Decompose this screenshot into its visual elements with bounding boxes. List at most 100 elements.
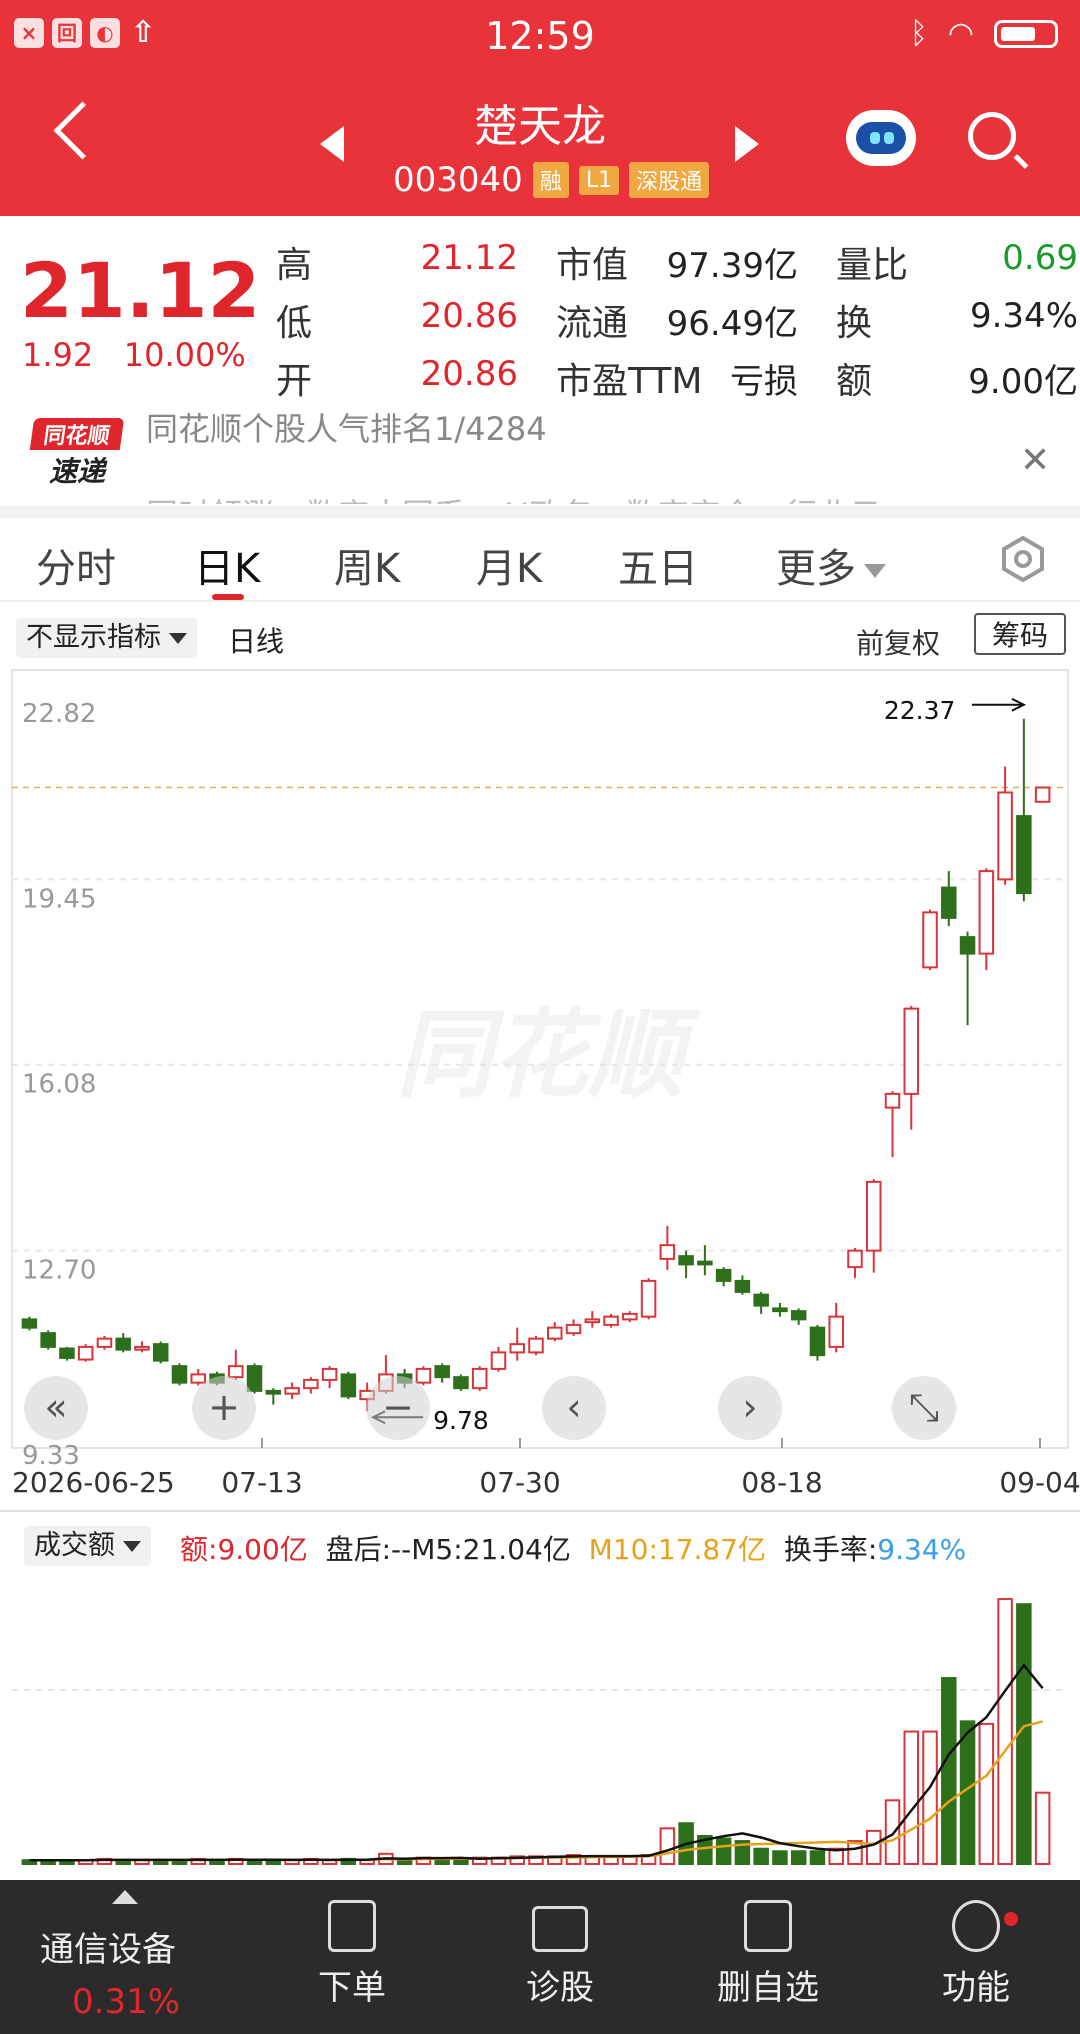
candle-body [77, 1345, 94, 1361]
candle [1016, 718, 1032, 902]
candle-body [228, 1365, 244, 1379]
tab-label: 五日 [618, 546, 698, 592]
candle [40, 1330, 56, 1350]
candle-body [547, 1326, 563, 1340]
order-button[interactable]: 下单 [282, 1900, 422, 2009]
function-button[interactable]: 功能 [906, 1900, 1046, 2009]
tab-4[interactable]: 五日 [618, 536, 698, 594]
volume-indicator-selector[interactable]: 成交额 [24, 1526, 151, 1566]
tab-label: 更多 [776, 546, 856, 592]
candle [21, 1316, 38, 1331]
quote-label: 市盈TTM [556, 361, 703, 402]
candle-body [21, 1318, 38, 1329]
remove-watchlist-button[interactable]: 删自选 [698, 1900, 838, 2009]
candle [453, 1374, 469, 1391]
candle-body [152, 1343, 169, 1362]
candle-body [265, 1389, 282, 1395]
candle [978, 868, 995, 971]
stock-name: 楚天龙 [474, 101, 606, 152]
candle [809, 1324, 826, 1361]
svg-text:‹: ‹ [566, 1385, 581, 1429]
search-icon[interactable] [968, 112, 1016, 160]
quote-label: 量比 [836, 245, 909, 286]
diagnose-label: 诊股 [526, 1968, 594, 2008]
candle-body [303, 1378, 319, 1390]
news-ticker[interactable]: 同花顺个股人气排名1/4284 [146, 404, 547, 450]
next-stock-icon[interactable] [735, 126, 759, 162]
volume-bar [659, 1827, 676, 1866]
candle [847, 1247, 863, 1279]
candle-body [790, 1310, 807, 1321]
amount-label: 额: [180, 1533, 218, 1566]
rewind-icon[interactable]: « [24, 1376, 88, 1440]
quote-label: 开 [276, 361, 313, 402]
zoom-in-icon[interactable]: + [192, 1376, 256, 1440]
quote-value: 亏损 [730, 362, 798, 402]
news-ticker-next[interactable]: 同时领涨：数字中国系、AI政务、数字安全、行业云 [146, 490, 881, 504]
candle [565, 1319, 582, 1336]
expand-icon[interactable] [112, 1890, 138, 1904]
prev-icon[interactable]: ‹ [542, 1376, 606, 1440]
candle [77, 1344, 94, 1362]
dropdown-icon [123, 1541, 141, 1552]
zoom-out-icon[interactable]: − [366, 1376, 430, 1440]
stock-code-row: 003040 融 L1 深股通 [393, 160, 710, 200]
volume-bar [772, 1850, 788, 1866]
candle-body [40, 1332, 56, 1348]
tab-3[interactable]: 月K [476, 536, 542, 594]
candle-body [640, 1279, 657, 1318]
order-label: 下单 [318, 1968, 386, 2008]
candle-body [903, 1007, 920, 1095]
candle [828, 1302, 844, 1353]
sector-name[interactable]: 通信设备 [40, 1922, 176, 1971]
candle [922, 909, 938, 971]
ma10: M10:17.87亿 [588, 1533, 767, 1566]
volume-bar [1034, 1791, 1051, 1865]
candle [190, 1368, 207, 1386]
candle-body [340, 1373, 357, 1398]
candle [303, 1377, 319, 1394]
period-label: 日线 [228, 625, 285, 658]
candle [415, 1366, 432, 1386]
quote-label: 高 [276, 245, 313, 286]
candle-body [490, 1351, 507, 1370]
quote-value: 9.00亿 [968, 362, 1078, 402]
tab-1[interactable]: 日K [194, 536, 260, 594]
dropdown-icon [864, 564, 886, 578]
separator [0, 506, 1080, 518]
volume-chart[interactable] [0, 1570, 1080, 1870]
close-icon[interactable]: ✕ [1020, 440, 1050, 481]
quote-value: 9.34% [969, 296, 1078, 336]
minus-box-icon [744, 1900, 792, 1952]
price-change: 1.92 10.00% [22, 336, 246, 374]
adjust-mode[interactable]: 前复权 [856, 622, 940, 662]
diagnose-button[interactable]: 诊股 [490, 1900, 630, 2009]
volume-bar [809, 1850, 826, 1866]
candle-body [415, 1367, 432, 1384]
candle-body [997, 791, 1013, 881]
candle [584, 1311, 601, 1328]
tab-2[interactable]: 周K [334, 536, 400, 594]
turnover-label: 换手率: [783, 1533, 878, 1566]
wifi-icon: ◠ [947, 16, 974, 51]
volume-bar [884, 1799, 901, 1865]
settings-icon[interactable] [1000, 536, 1046, 582]
tab-0[interactable]: 分时 [36, 536, 116, 594]
candle [622, 1311, 638, 1323]
y-tick-label: 16.08 [22, 1070, 96, 1100]
next-icon[interactable]: › [718, 1376, 782, 1440]
candle-body [1034, 786, 1051, 803]
candle-body [959, 936, 976, 955]
tab-5[interactable]: 更多 [776, 536, 886, 594]
candle-body [828, 1315, 844, 1348]
fullscreen-icon[interactable]: ⤡ [892, 1376, 956, 1440]
candle [321, 1366, 338, 1389]
chips-button[interactable]: 筹码 [974, 613, 1066, 655]
candle [152, 1341, 169, 1364]
indicator-selector[interactable]: 不显示指标 [16, 618, 197, 658]
x-tick-label: 07-13 [221, 1466, 302, 1499]
svg-text:⤡: ⤡ [909, 1385, 939, 1429]
kline-chart[interactable]: 同花顺22.8219.4516.0812.709.3322.379.78« + − ‹… [0, 668, 1080, 1518]
robot-assistant-icon[interactable] [846, 110, 916, 166]
quote-value: 96.49亿 [666, 304, 798, 344]
